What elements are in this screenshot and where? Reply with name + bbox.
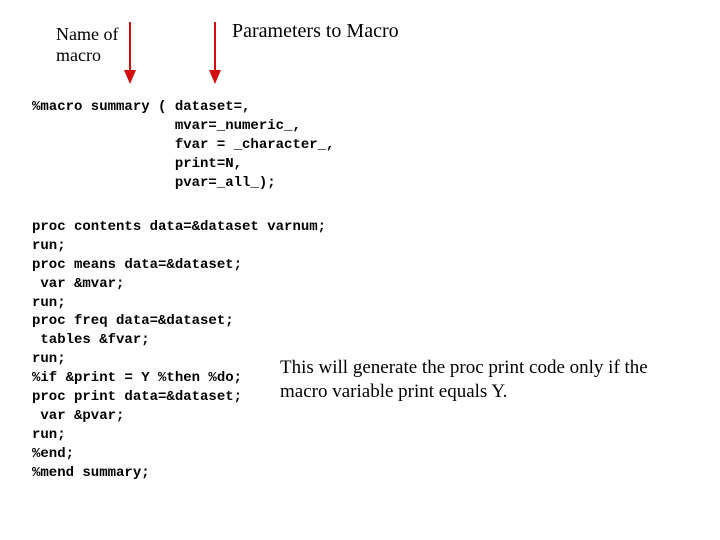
macro-body-code: proc contents data=&dataset varnum; run;… — [32, 218, 326, 482]
arrow-params-to-dataset-icon — [205, 22, 225, 84]
annotation-print-condition: This will generate the proc print code o… — [280, 356, 660, 404]
macro-definition-header: %macro summary ( dataset=, mvar=_numeric… — [32, 98, 334, 192]
arrow-name-to-macro-icon — [120, 22, 140, 84]
label-name-of-macro: Name of macro — [56, 24, 118, 65]
label-parameters-to-macro: Parameters to Macro — [232, 20, 399, 43]
